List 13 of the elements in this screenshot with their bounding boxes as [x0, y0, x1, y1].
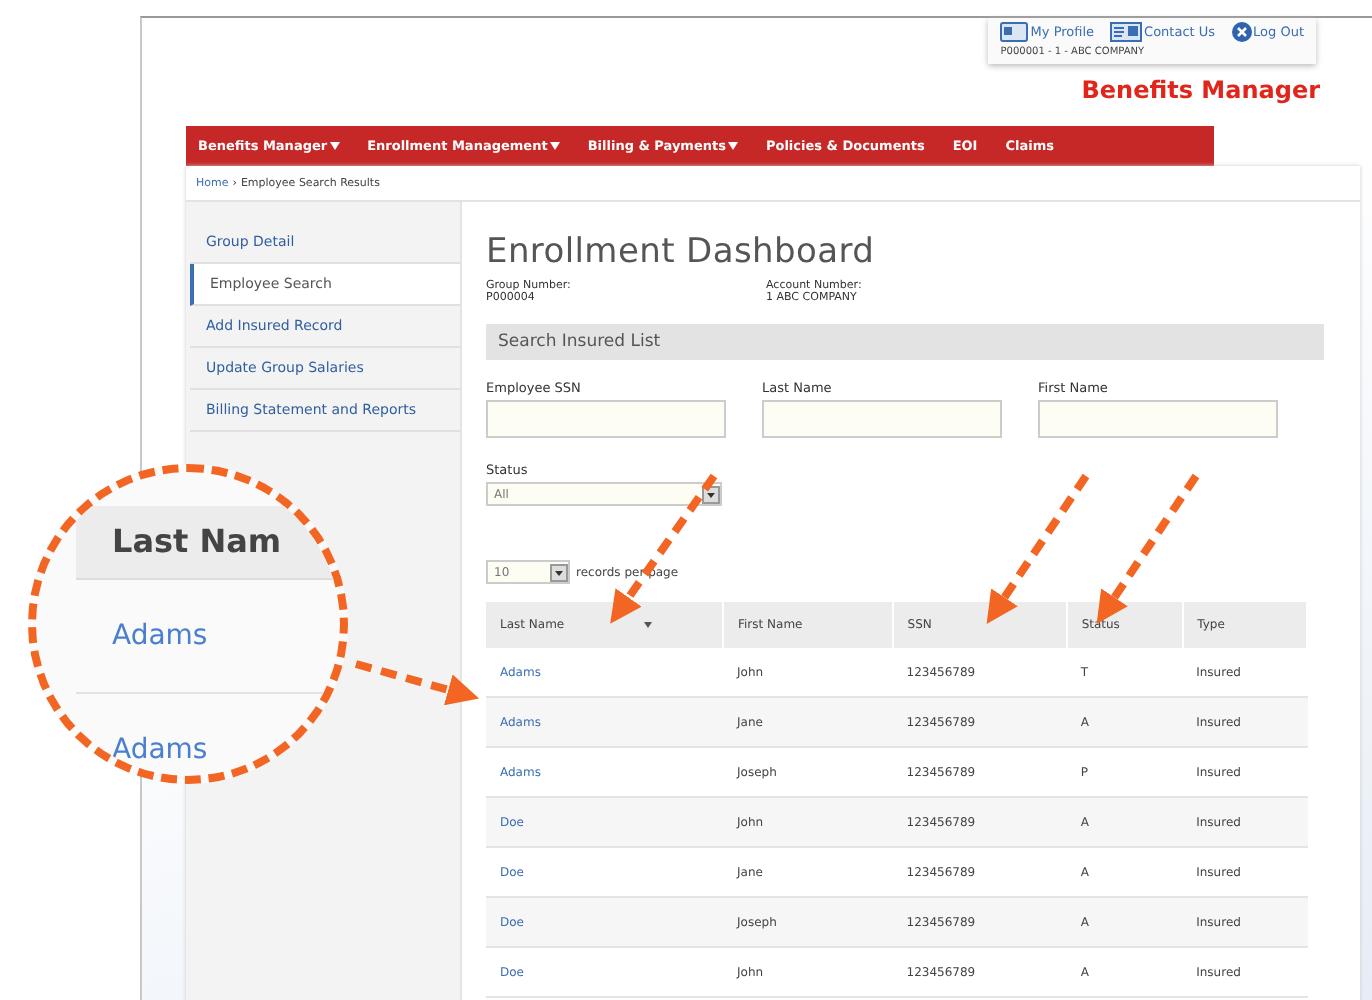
caret-icon: [549, 142, 560, 150]
caret-icon: [727, 142, 738, 150]
input-field[interactable]: [762, 400, 1002, 438]
input-field[interactable]: [486, 400, 726, 438]
section-header: Search Insured List: [486, 324, 1324, 360]
caret-icon: [329, 142, 340, 150]
page-title: Enrollment Dashboard: [486, 232, 877, 272]
dashed-arrow: [354, 660, 480, 706]
contact-card-icon: [1110, 22, 1143, 42]
sort-caret-icon: [644, 622, 653, 628]
id-card-icon: [1000, 22, 1029, 42]
app-title: Benefits Manager: [1081, 76, 1320, 104]
input-field[interactable]: [1038, 400, 1278, 438]
